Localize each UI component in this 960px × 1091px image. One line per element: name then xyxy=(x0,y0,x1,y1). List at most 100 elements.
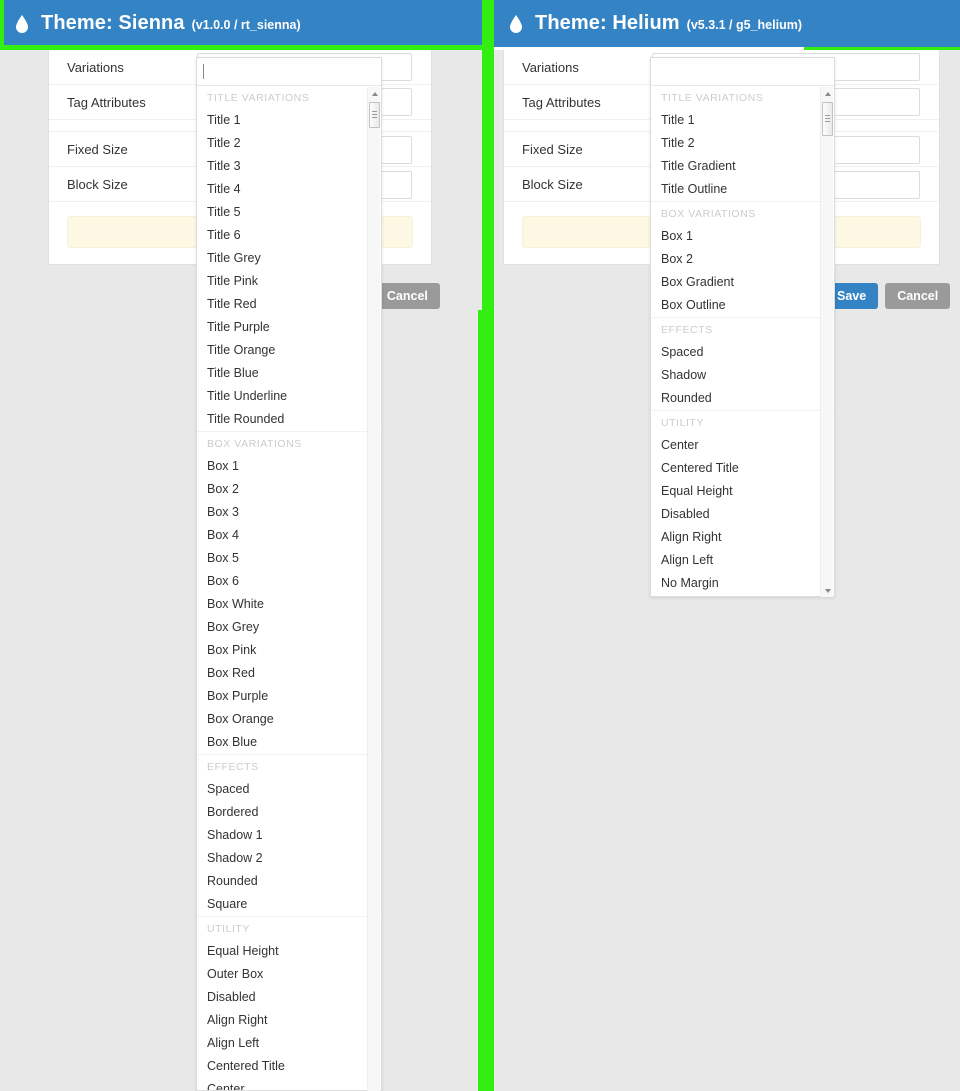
dropdown-group-label: TITLE VARIATIONS xyxy=(207,92,310,104)
left-frame-green xyxy=(0,0,4,50)
dropdown-option[interactable]: Shadow 2 xyxy=(197,847,381,870)
dropdown-option[interactable]: Title 1 xyxy=(651,109,834,132)
dropdown-option[interactable]: Disabled xyxy=(197,986,381,1009)
dropdown-option[interactable]: Box 3 xyxy=(197,501,381,524)
dropdown-option[interactable]: Align Left xyxy=(651,549,834,572)
dropdown-option[interactable]: Title 5 xyxy=(197,201,381,224)
dropdown-option[interactable]: Align Left xyxy=(197,1032,381,1055)
dropdown-option[interactable]: Box 6 xyxy=(197,570,381,593)
dropdown-option[interactable]: Spaced xyxy=(651,341,834,364)
dropdown-option[interactable]: Center xyxy=(197,1078,381,1090)
dropdown-option[interactable]: Shadow xyxy=(651,364,834,387)
dropdown-option[interactable]: Title Blue xyxy=(197,362,381,385)
titlebar-helium: Theme: Helium (v5.3.1 / g5_helium) xyxy=(494,0,960,47)
dropdown-scrollbar[interactable] xyxy=(367,87,380,1091)
dropdown-option[interactable]: Title Red xyxy=(197,293,381,316)
screen-root: Theme: Sienna (v1.0.0 / rt_sienna) Varia… xyxy=(0,0,960,1091)
dropdown-option[interactable]: Box Outline xyxy=(651,294,834,317)
dropdown-search-row[interactable] xyxy=(651,58,834,86)
page-title-version: (v1.0.0 / rt_sienna) xyxy=(191,17,301,32)
dropdown-option[interactable]: Title Pink xyxy=(197,270,381,293)
dropdown-option[interactable]: Disabled xyxy=(651,503,834,526)
dropdown-option[interactable]: Box White xyxy=(197,593,381,616)
scrollbar-grip-icon xyxy=(372,111,377,119)
form-label-block-size: Block Size xyxy=(522,176,583,192)
water-drop-icon xyxy=(14,14,30,34)
dropdown-group-label: EFFECTS xyxy=(197,754,381,778)
dropdown-option[interactable]: Outer Box xyxy=(197,963,381,986)
dropdown-group-label: UTILITY xyxy=(651,410,834,434)
dropdown-search-row[interactable] xyxy=(197,58,381,86)
dropdown-option[interactable]: Box Orange xyxy=(197,708,381,731)
dropdown-option[interactable]: Box 1 xyxy=(651,225,834,248)
dropdown-group-label: BOX VARIATIONS xyxy=(651,201,834,225)
dropdown-option[interactable]: Box 2 xyxy=(197,478,381,501)
dropdown-option[interactable]: Centered Title xyxy=(651,457,834,480)
cancel-button[interactable]: Cancel xyxy=(374,283,440,309)
dropdown-option[interactable]: Box 5 xyxy=(197,547,381,570)
dropdown-option[interactable]: Box Grey xyxy=(197,616,381,639)
dropdown-option[interactable]: Shadow 1 xyxy=(197,824,381,847)
dropdown-option[interactable]: Title 2 xyxy=(651,132,834,155)
pane-helium: Theme: Helium (v5.3.1 / g5_helium) Varia… xyxy=(494,0,960,1091)
page-title: Theme: Sienna xyxy=(41,12,185,34)
form-label-tag-attributes: Tag Attributes xyxy=(67,94,146,110)
dropdown-option[interactable]: Title Outline xyxy=(651,178,834,201)
scroll-up-arrow-icon[interactable] xyxy=(368,87,381,100)
dropdown-option[interactable]: Title Underline xyxy=(197,385,381,408)
dropdown-option[interactable]: Rounded xyxy=(651,387,834,410)
dropdown-group-label: EFFECTS xyxy=(651,317,834,341)
scroll-down-arrow-icon[interactable] xyxy=(821,584,834,597)
dropdown-option[interactable]: Title Rounded xyxy=(197,408,381,431)
dropdown-option[interactable]: Spaced xyxy=(197,778,381,801)
dropdown-option[interactable]: Box 1 xyxy=(197,455,381,478)
form-label-fixed-size: Fixed Size xyxy=(67,141,128,157)
dropdown-option[interactable]: Title 6 xyxy=(197,224,381,247)
dropdown-option[interactable]: Box Pink xyxy=(197,639,381,662)
dropdown-option-list[interactable]: TITLE VARIATIONS Title 1 Title 2 Title Grad… xyxy=(651,86,834,596)
dropdown-option[interactable]: Title Grey xyxy=(197,247,381,270)
titlebar-sienna: Theme: Sienna (v1.0.0 / rt_sienna) xyxy=(0,0,482,47)
dropdown-option[interactable]: Title 3 xyxy=(197,155,381,178)
dropdown-option[interactable]: Centered Title xyxy=(197,1055,381,1078)
footer-actions-helium: Save Cancel xyxy=(825,283,951,309)
dropdown-group-label: BOX VARIATIONS xyxy=(197,431,381,455)
dropdown-option[interactable]: Box Blue xyxy=(197,731,381,754)
dropdown-group-label: TITLE VARIATIONS xyxy=(661,92,764,104)
dropdown-option[interactable]: No Padding xyxy=(651,595,834,596)
dropdown-option[interactable]: Title Gradient xyxy=(651,155,834,178)
dropdown-option[interactable]: Align Right xyxy=(651,526,834,549)
scrollbar-thumb[interactable] xyxy=(369,102,380,128)
dropdown-scrollbar[interactable] xyxy=(820,87,833,597)
text-cursor-icon xyxy=(203,64,204,79)
dropdown-option[interactable]: Box 4 xyxy=(197,524,381,547)
dropdown-option[interactable]: Equal Height xyxy=(197,940,381,963)
dropdown-option[interactable]: Align Right xyxy=(197,1009,381,1032)
dropdown-option[interactable]: Box Red xyxy=(197,662,381,685)
dropdown-group-label: UTILITY xyxy=(197,916,381,940)
scrollbar-thumb[interactable] xyxy=(822,102,833,136)
variations-dropdown-helium: TITLE VARIATIONS Title 1 Title 2 Title Grad… xyxy=(650,57,835,597)
dropdown-option[interactable]: Box Gradient xyxy=(651,271,834,294)
dropdown-option[interactable]: Equal Height xyxy=(651,480,834,503)
dropdown-option[interactable]: Title Purple xyxy=(197,316,381,339)
dropdown-option[interactable]: No Margin xyxy=(651,572,834,595)
form-label-fixed-size: Fixed Size xyxy=(522,141,583,157)
page-title: Theme: Helium xyxy=(535,12,680,34)
cancel-button[interactable]: Cancel xyxy=(885,283,951,309)
page-title-version: (v5.3.1 / g5_helium) xyxy=(686,17,802,32)
variations-dropdown-sienna: TITLE VARIATIONS Title 1 Title 2 Title 3 Tit… xyxy=(196,57,382,1091)
dropdown-option-list[interactable]: TITLE VARIATIONS Title 1 Title 2 Title 3 Tit… xyxy=(197,86,381,1090)
dropdown-option[interactable]: Square xyxy=(197,893,381,916)
dropdown-option[interactable]: Box Purple xyxy=(197,685,381,708)
dropdown-option[interactable]: Title 1 xyxy=(197,109,381,132)
dropdown-option[interactable]: Title 4 xyxy=(197,178,381,201)
dropdown-option[interactable]: Center xyxy=(651,434,834,457)
dropdown-option[interactable]: Bordered xyxy=(197,801,381,824)
scroll-up-arrow-icon[interactable] xyxy=(821,87,834,100)
dropdown-option[interactable]: Title 2 xyxy=(197,132,381,155)
dropdown-option[interactable]: Rounded xyxy=(197,870,381,893)
dropdown-option[interactable]: Title Orange xyxy=(197,339,381,362)
dropdown-option[interactable]: Box 2 xyxy=(651,248,834,271)
form-label-tag-attributes: Tag Attributes xyxy=(522,94,601,110)
